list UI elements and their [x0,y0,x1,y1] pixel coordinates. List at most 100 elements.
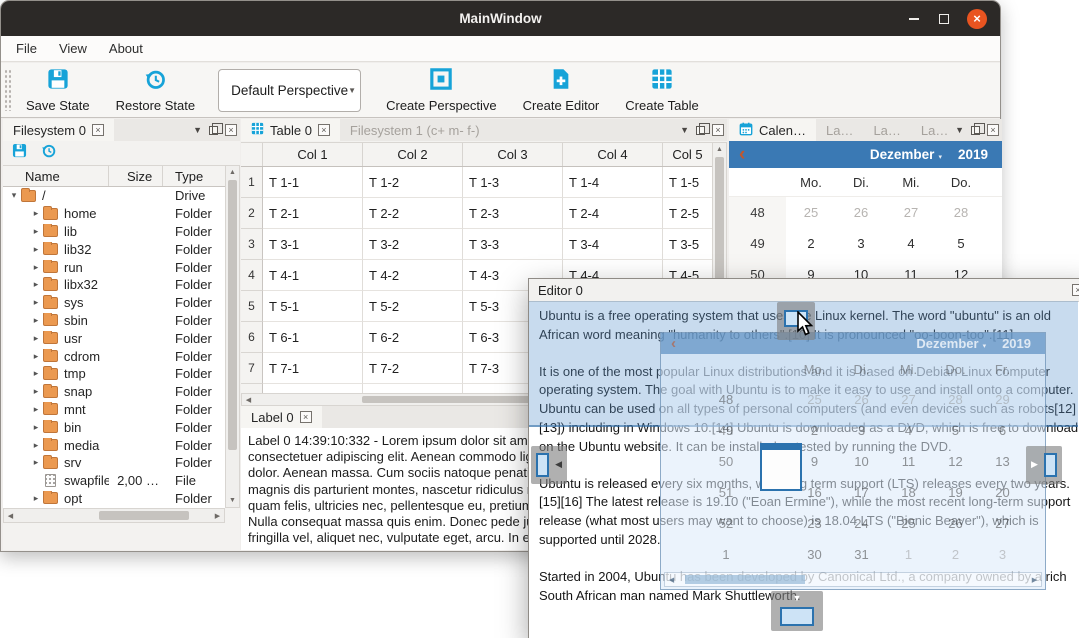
table-cell[interactable]: T 3-2 [363,229,463,260]
panel-menu-button[interactable]: ▼ [193,125,202,135]
tab-calendar-2[interactable]: La… [863,119,910,141]
tree-row[interactable]: ▸libx32Folder [3,276,225,294]
menu-view[interactable]: View [48,41,98,56]
calendar-day[interactable]: 28 [936,197,986,228]
create-perspective-button[interactable]: Create Perspective [373,64,510,116]
tree-row[interactable]: swapfile2,00 …File [3,472,225,490]
calendar-day[interactable]: 3 [836,228,886,259]
tree-row[interactable]: ▸mntFolder [3,401,225,419]
row-number[interactable]: 8 [241,384,263,393]
table-cell[interactable]: T 2-3 [463,198,563,229]
row-number[interactable]: 4 [241,260,263,291]
expander-icon[interactable]: ▸ [29,262,43,273]
row-number[interactable]: 3 [241,229,263,260]
column-header[interactable]: Col 5 [663,143,712,166]
tree-row[interactable]: ▸snapFolder [3,383,225,401]
tab-label-0[interactable]: Label 0 × [241,406,322,428]
tab-calendar-0[interactable]: Calen… [729,119,816,141]
tree-row[interactable]: ▸optFolder [3,490,225,508]
tree-header[interactable]: Name Size Type [3,165,225,187]
tab-calendar-3[interactable]: La… [911,119,958,141]
table-cell[interactable]: T 2-1 [263,198,363,229]
expander-icon[interactable]: ▸ [29,493,43,504]
table-cell[interactable]: T 2-4 [563,198,663,229]
expander-icon[interactable]: ▸ [29,279,43,290]
calendar-year[interactable]: 2019 [958,147,988,162]
calendar-day[interactable]: 29 [986,197,1002,228]
table-cell[interactable]: T 4-2 [363,260,463,291]
expander-icon[interactable]: ▸ [29,297,43,308]
tab-filesystem-0[interactable]: Filesystem 0 × [3,119,114,141]
tab-calendar-1[interactable]: La… [816,119,863,141]
scroll-thumb[interactable] [99,511,189,520]
calendar-day[interactable]: 4 [886,228,936,259]
table-cell[interactable]: T 1-2 [363,167,463,198]
scroll-up-icon[interactable]: ▲ [713,143,726,156]
column-header[interactable]: Col 4 [563,143,663,166]
table-cell[interactable]: T 1-4 [563,167,663,198]
calendar-month[interactable]: Dezember [870,147,935,162]
tree-row[interactable]: ▸cdromFolder [3,347,225,365]
table-cell[interactable]: T 3-1 [263,229,363,260]
expander-icon[interactable]: ▸ [29,333,43,344]
tree-row[interactable]: ▸lib32Folder [3,240,225,258]
perspective-dropdown[interactable]: Default Perspective ▼ [218,69,361,112]
calendar-day[interactable]: 26 [836,197,886,228]
tab-close-icon[interactable]: × [92,124,104,136]
tree-hscrollbar[interactable]: ◀ ▶ [3,508,225,523]
panel-menu-button[interactable]: ▼ [955,125,964,135]
panel-close-button[interactable]: × [712,124,724,136]
restore-icon-button[interactable] [41,143,56,163]
tree-row[interactable]: ▸libFolder [3,223,225,241]
expander-icon[interactable]: ▸ [29,351,43,362]
panel-float-button[interactable] [209,126,218,135]
save-icon-button[interactable] [12,143,27,163]
table-cell[interactable]: T 1-5 [663,167,712,198]
maximize-button[interactable] [934,9,954,29]
table-cell[interactable]: T 3-3 [463,229,563,260]
row-number[interactable]: 6 [241,322,263,353]
tab-close-icon[interactable]: × [318,124,330,136]
expander-icon[interactable]: ▸ [29,457,43,468]
column-type[interactable]: Type [163,166,225,186]
table-cell[interactable]: T 1-1 [263,167,363,198]
scroll-left-icon[interactable]: ◀ [242,394,255,405]
expander-icon[interactable]: ▸ [29,208,43,219]
table-header[interactable]: Col 1Col 2Col 3Col 4Col 5 [241,142,712,167]
panel-close-button[interactable]: × [225,124,237,136]
calendar-day[interactable]: 27 [886,197,936,228]
table-cell[interactable]: T 8-2 [363,384,463,393]
table-cell[interactable]: T 5-1 [263,291,363,322]
menu-file[interactable]: File [5,41,48,56]
close-button[interactable]: × [967,9,987,29]
tab-close-icon[interactable]: × [300,411,312,423]
row-number[interactable]: 2 [241,198,263,229]
expander-icon[interactable]: ▸ [29,386,43,397]
table-cell[interactable]: T 3-5 [663,229,712,260]
tree-row[interactable]: ▾/Drive [3,187,225,205]
table-cell[interactable]: T 7-2 [363,353,463,384]
table-cell[interactable]: T 8-1 [263,384,363,393]
tree-row[interactable]: ▸homeFolder [3,205,225,223]
expander-icon[interactable]: ▸ [29,315,43,326]
editor-close-button[interactable]: × [1072,284,1079,296]
tree-row[interactable]: ▸binFolder [3,418,225,436]
dock-indicator-center[interactable] [760,443,802,491]
table-cell[interactable]: T 7-1 [263,353,363,384]
calendar-day[interactable]: 2 [786,228,836,259]
expander-icon[interactable]: ▸ [29,226,43,237]
column-header[interactable]: Col 3 [463,143,563,166]
tree-row[interactable]: ▸runFolder [3,258,225,276]
table-cell[interactable]: T 2-5 [663,198,712,229]
dock-indicator-right[interactable]: ▶ [1026,446,1062,484]
table-cell[interactable]: T 6-1 [263,322,363,353]
toolbar-drag-handle[interactable] [4,69,13,111]
menu-about[interactable]: About [98,41,154,56]
minimize-button[interactable] [904,9,924,29]
tree-row[interactable]: ▸tmpFolder [3,365,225,383]
editor-titlebar[interactable]: Editor 0 × [529,279,1079,302]
panel-float-button[interactable] [971,126,980,135]
calendar-day[interactable]: 6 [986,228,1002,259]
tree-row[interactable]: ▸sbinFolder [3,312,225,330]
expander-icon[interactable]: ▸ [29,368,43,379]
